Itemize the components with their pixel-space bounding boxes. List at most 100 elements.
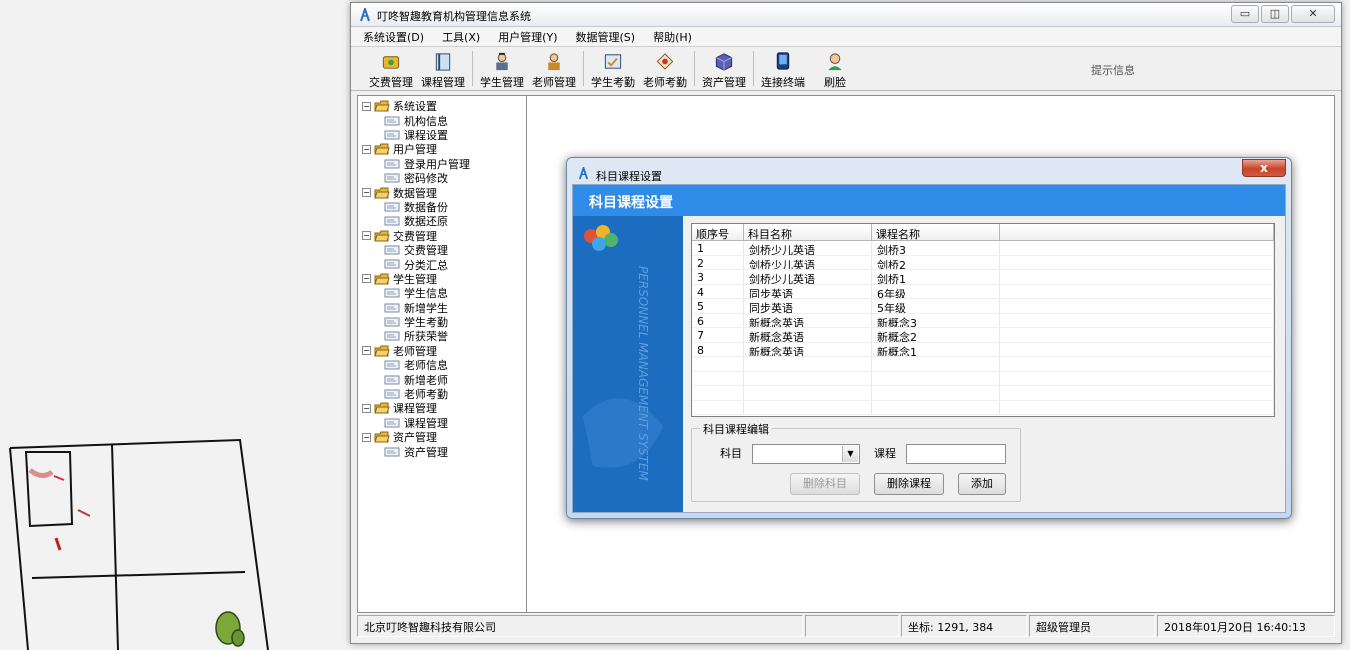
tree-node[interactable]: − 系统设置 — [362, 99, 526, 113]
toolbar-course-button[interactable]: 课程管理 — [417, 47, 469, 90]
form-icon — [384, 317, 400, 327]
collapse-icon[interactable]: − — [362, 144, 371, 154]
table-row[interactable]: 6 新概念英语 新概念3 — [692, 313, 1274, 328]
cell-order: 1 — [692, 241, 744, 255]
maximize-button[interactable]: ◫ — [1261, 5, 1289, 23]
table-row[interactable]: 3 剑桥少儿英语 剑桥1 — [692, 270, 1274, 285]
toolbar-asset-button[interactable]: 资产管理 — [698, 47, 750, 90]
tree-leaf[interactable]: 新增老师 — [362, 372, 526, 387]
tree-node[interactable]: − 交费管理 — [362, 229, 526, 243]
toolbar-teacher-button[interactable]: 老师管理 — [528, 47, 580, 90]
toolbar-face-scan-button[interactable]: 刷脸 — [809, 47, 861, 90]
menu-data-management[interactable]: 数据管理(S) — [576, 29, 636, 45]
tree-leaf[interactable]: 密码修改 — [362, 171, 526, 185]
table-row[interactable]: 7 新概念英语 新概念2 — [692, 328, 1274, 343]
tree-leaf[interactable]: 所获荣誉 — [362, 329, 526, 343]
table-row[interactable]: 4 同步英语 6年级 — [692, 284, 1274, 299]
chevron-down-icon[interactable]: ▼ — [842, 446, 858, 462]
table-row[interactable]: 2 剑桥少儿英语 剑桥2 — [692, 255, 1274, 270]
cell-subject: 新概念英语 — [744, 328, 872, 342]
restore-icon: ◫ — [1269, 7, 1281, 20]
folder-open-icon — [374, 402, 390, 414]
collapse-icon[interactable]: − — [362, 432, 371, 442]
table-row[interactable]: 1 剑桥少儿英语 剑桥3 — [692, 241, 1274, 256]
cell-course: 剑桥1 — [872, 270, 1000, 284]
collapse-icon[interactable]: − — [362, 188, 371, 198]
tree-node[interactable]: − 学生管理 — [362, 272, 526, 286]
toolbar-payment-button[interactable]: 交费管理 — [365, 47, 417, 90]
tree-node[interactable]: − 用户管理 — [362, 142, 526, 156]
column-header-subject[interactable]: 科目名称 — [744, 224, 872, 241]
collapse-icon[interactable]: − — [362, 403, 371, 413]
toolbar-student-attendance-button[interactable]: 学生考勤 — [587, 47, 639, 90]
cell-course: 剑桥2 — [872, 255, 1000, 269]
tree-leaf[interactable]: 老师信息 — [362, 358, 526, 372]
column-header-order[interactable]: 顺序号 — [692, 224, 744, 241]
cell-empty — [692, 357, 744, 371]
menu-system-settings[interactable]: 系统设置(D) — [363, 29, 424, 45]
table-row[interactable]: 8 新概念英语 新概念1 — [692, 342, 1274, 357]
toolbar-terminal-button[interactable]: 连接终端 — [757, 47, 809, 90]
form-icon — [384, 303, 400, 313]
cell-empty — [744, 400, 872, 414]
cell-empty — [1000, 270, 1274, 284]
minimize-icon: ▭ — [1239, 7, 1251, 20]
app-logo-icon — [578, 167, 589, 180]
tree-leaf[interactable]: 课程设置 — [362, 128, 526, 142]
dialog-title-bar: 科目课程设置 x — [572, 159, 1286, 183]
close-icon: ✕ — [1308, 7, 1318, 20]
close-button[interactable]: ✕ — [1291, 5, 1335, 23]
cell-empty — [1000, 386, 1274, 400]
minimize-button[interactable]: ▭ — [1231, 5, 1259, 23]
tree-leaf[interactable]: 分类汇总 — [362, 257, 526, 272]
tree-node[interactable]: − 老师管理 — [362, 344, 526, 358]
table-row[interactable]: 5 同步英语 5年级 — [692, 299, 1274, 314]
tree-leaf-label: 资产管理 — [404, 445, 448, 459]
cell-subject: 同步英语 — [744, 284, 872, 298]
tree-leaf[interactable]: 学生考勤 — [362, 315, 526, 329]
tree-leaf[interactable]: 交费管理 — [362, 243, 526, 257]
tree-leaf[interactable]: 课程管理 — [362, 416, 526, 430]
tree-leaf[interactable]: 资产管理 — [362, 444, 526, 459]
close-icon: x — [1260, 161, 1268, 175]
cell-order: 8 — [692, 342, 744, 356]
collapse-icon[interactable]: − — [362, 101, 371, 111]
banner-graphic: PERSONNEL MANAGEMENT SYSTEM — [573, 216, 683, 512]
cell-empty — [872, 400, 1000, 414]
cell-subject: 同步英语 — [744, 299, 872, 313]
subject-dropdown[interactable]: ▼ — [752, 444, 860, 464]
add-button[interactable]: 添加 — [958, 473, 1006, 495]
cell-empty — [692, 400, 744, 414]
menu-tools[interactable]: 工具(X) — [442, 29, 480, 45]
folder-open-icon — [374, 230, 390, 242]
toolbar-student-button[interactable]: 学生管理 — [476, 47, 528, 90]
collapse-icon[interactable]: − — [362, 274, 371, 284]
toolbar-separator — [694, 51, 695, 86]
collapse-icon[interactable]: − — [362, 346, 371, 356]
menu-user-management[interactable]: 用户管理(Y) — [498, 29, 557, 45]
delete-course-button[interactable]: 删除课程 — [874, 473, 944, 495]
app-logo-icon — [360, 8, 370, 22]
tree-node[interactable]: − 数据管理 — [362, 185, 526, 200]
cell-empty — [692, 371, 744, 385]
tree-leaf[interactable]: 机构信息 — [362, 113, 526, 128]
tree-node[interactable]: − 资产管理 — [362, 430, 526, 444]
collapse-icon[interactable]: − — [362, 231, 371, 241]
folder-open-icon — [374, 100, 390, 112]
toolbar-teacher-attendance-button[interactable]: 老师考勤 — [639, 47, 691, 90]
tree-leaf[interactable]: 新增学生 — [362, 300, 526, 315]
tree-leaf[interactable]: 老师考勤 — [362, 387, 526, 401]
tree-leaf[interactable]: 登录用户管理 — [362, 157, 526, 171]
tree-leaf[interactable]: 数据备份 — [362, 200, 526, 214]
tree-leaf[interactable]: 数据还原 — [362, 214, 526, 228]
menu-help[interactable]: 帮助(H) — [653, 29, 692, 45]
column-header-course[interactable]: 课程名称 — [872, 224, 1000, 241]
course-input[interactable] — [906, 444, 1006, 464]
tree-node[interactable]: − 课程管理 — [362, 401, 526, 415]
delete-subject-button[interactable]: 删除科目 — [790, 473, 860, 495]
tree-leaf[interactable]: 学生信息 — [362, 286, 526, 300]
cell-empty — [872, 371, 1000, 385]
dialog-close-button[interactable]: x — [1242, 159, 1286, 177]
cell-subject: 剑桥少儿英语 — [744, 241, 872, 255]
student-attendance-icon — [604, 54, 622, 69]
